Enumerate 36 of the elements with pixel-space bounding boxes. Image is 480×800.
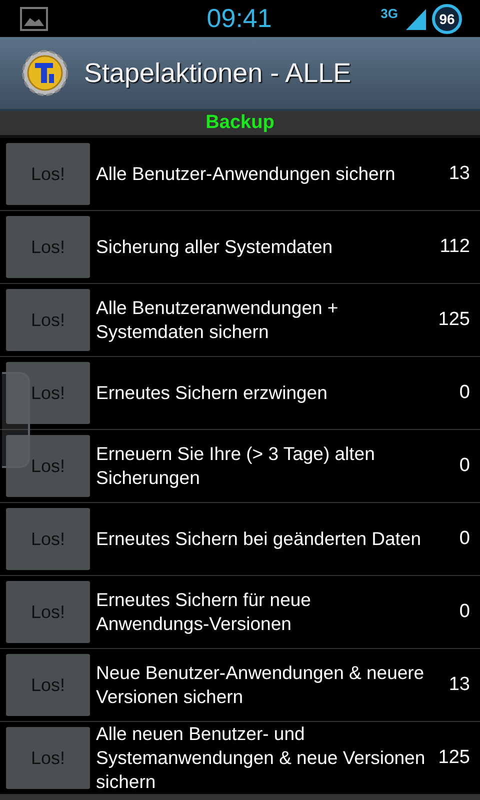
go-button[interactable]: Los!: [6, 508, 90, 570]
item-count: 0: [458, 382, 470, 404]
go-button[interactable]: Los!: [6, 727, 90, 789]
go-button[interactable]: Los!: [6, 143, 90, 205]
item-count: 0: [458, 528, 470, 550]
action-label: Erneutes Sichern bei geänderten Daten: [96, 527, 422, 551]
action-label: Sicherung aller Systemdaten: [96, 235, 334, 259]
go-button[interactable]: Los!: [6, 654, 90, 716]
item-count: 125: [437, 309, 470, 331]
action-label: Erneuern Sie Ihre (> 3 Tage) alten Sicherungen: [96, 442, 376, 490]
app-logo-icon: [22, 50, 68, 96]
battery-level: 96: [432, 4, 462, 34]
action-label: Erneutes Sichern erzwingen: [96, 381, 328, 405]
go-button[interactable]: Los!: [6, 216, 90, 278]
action-label: Alle Benutzeranwendungen + Systemdaten sichern: [96, 296, 340, 344]
item-count: 13: [448, 674, 470, 696]
action-label: Alle Benutzer-Anwendungen sichern: [96, 162, 396, 186]
item-count: 112: [438, 236, 470, 258]
item-count: 0: [458, 455, 470, 477]
action-label: Neue Benutzer-Anwendungen & neuere Versionen sichern: [96, 661, 426, 709]
go-button[interactable]: Los!: [6, 362, 90, 424]
item-count: 0: [458, 601, 470, 623]
go-button[interactable]: Los!: [6, 581, 90, 643]
item-count: 13: [448, 163, 470, 185]
go-button[interactable]: Los!: [6, 289, 90, 351]
action-label: Alle neuen Benutzer- und Systemanwendungen & neue Versionen sichern: [96, 722, 426, 794]
signal-icon: [404, 6, 428, 30]
item-count: 125: [437, 747, 470, 769]
section-title: Backup: [206, 112, 274, 134]
clock: 09:41: [206, 3, 273, 34]
screen-title: Stapelaktionen - ALLE: [84, 58, 352, 88]
scroll-handle[interactable]: [2, 372, 30, 468]
picture-icon: [20, 6, 48, 30]
action-label: Erneutes Sichern für neue Anwendungs-Versionen: [96, 588, 312, 636]
network-type: 3G: [380, 6, 398, 21]
go-button[interactable]: Los!: [6, 435, 90, 497]
